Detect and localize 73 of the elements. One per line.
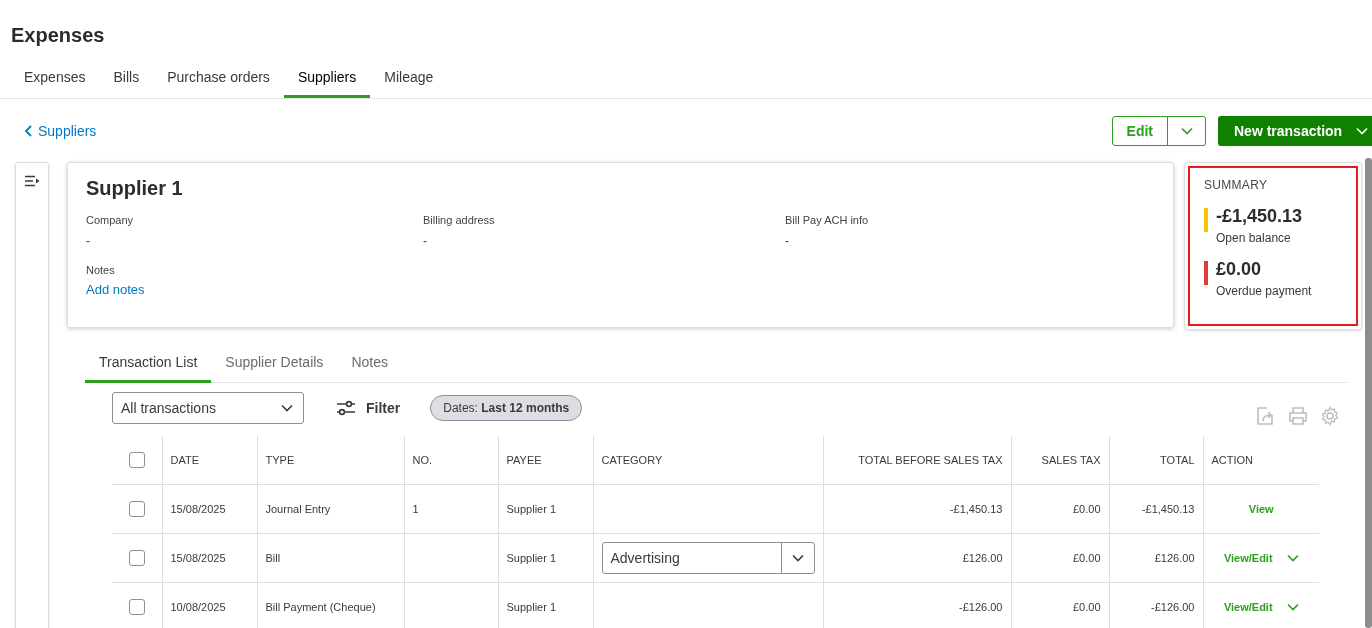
supplier-name: Supplier 1 (86, 177, 184, 200)
column-header: TOTAL BEFORE SALES TAX (823, 436, 1011, 485)
table-cell: 1 (404, 484, 498, 534)
table-cell: Supplier 1 (498, 484, 593, 534)
scrollbar[interactable] (1365, 158, 1372, 628)
field-label: Bill Pay ACH info (785, 214, 870, 226)
caret-icon (791, 554, 804, 562)
category-dropdown[interactable]: Advertising (601, 542, 815, 574)
export-icon[interactable] (1256, 406, 1276, 426)
table-cell: -£126.00 (1109, 582, 1203, 628)
summary-amount: -£1,450.13 (1216, 206, 1303, 227)
print-icon[interactable] (1288, 406, 1308, 426)
summary-amount: £0.00 (1216, 259, 1263, 280)
table-cell: £126.00 (1109, 533, 1203, 583)
table-cell: -£1,450.13 (823, 484, 1011, 534)
table-cell: Bill (257, 533, 404, 583)
detail-tab[interactable]: Notes (337, 354, 402, 383)
transaction-type-dropdown[interactable]: All transactions (112, 392, 304, 424)
caret-icon (1286, 554, 1299, 562)
table-cell: Bill Payment (Cheque) (257, 582, 404, 628)
table-cell: Supplier 1 (498, 582, 593, 628)
table-cell: 15/08/2025 (162, 533, 257, 583)
select-all-checkbox[interactable] (128, 452, 145, 468)
table-cell: 15/08/2025 (162, 484, 257, 534)
add-notes-link[interactable]: Add notes (86, 282, 145, 297)
summary-title: SUMMARY (1204, 178, 1269, 192)
settings-icon[interactable] (1320, 406, 1340, 426)
row-checkbox[interactable] (128, 550, 145, 566)
column-header: PAYEE (498, 436, 593, 485)
column-header: TYPE (257, 436, 404, 485)
field-value: - (86, 234, 91, 248)
field-value: - (785, 234, 790, 248)
field-value: - (423, 234, 428, 248)
table-cell: £126.00 (823, 533, 1011, 583)
table-cell: £0.00 (1011, 484, 1109, 534)
column-header: NO. (404, 436, 498, 485)
table-cell: Supplier 1 (498, 533, 593, 583)
table-cell: 10/08/2025 (162, 582, 257, 628)
field-label: Company (86, 214, 135, 226)
table-cell: £0.00 (1011, 582, 1109, 628)
back-link[interactable]: Suppliers (24, 123, 97, 139)
field-label: Billing address (423, 214, 496, 226)
table-cell: -£1,450.13 (1109, 484, 1203, 534)
nav-tab[interactable]: Purchase orders (153, 69, 284, 98)
table-cell: £0.00 (1011, 533, 1109, 583)
detail-tab[interactable]: Transaction List (85, 354, 212, 383)
new-transaction-button[interactable]: New transaction (1218, 116, 1372, 146)
caret-icon (1356, 127, 1369, 135)
caret-icon (1286, 603, 1299, 611)
caret-icon (1180, 127, 1193, 135)
filter-button[interactable]: Filter (330, 399, 407, 417)
column-header: TOTAL (1109, 436, 1203, 485)
column-header: ACTION (1203, 436, 1319, 485)
caret-icon (281, 404, 293, 412)
column-header: DATE (162, 436, 257, 485)
table-cell: -£126.00 (823, 582, 1011, 628)
summary-label: Open balance (1216, 231, 1292, 245)
page-title: Expenses (11, 24, 106, 47)
column-header: SALES TAX (1011, 436, 1109, 485)
date-filter-chip[interactable]: Dates: Last 12 months (430, 395, 583, 421)
panel-toggle-icon[interactable] (24, 175, 40, 187)
table-cell: Journal Entry (257, 484, 404, 534)
sliders-icon (336, 400, 356, 416)
detail-tab[interactable]: Supplier Details (211, 354, 338, 383)
summary-label: Overdue payment (1216, 284, 1312, 298)
nav-tab[interactable]: Mileage (370, 69, 448, 98)
nav-tab[interactable]: Expenses (10, 69, 100, 98)
chevron-left-icon (24, 125, 32, 137)
row-checkbox[interactable] (128, 501, 145, 517)
row-checkbox[interactable] (128, 599, 145, 615)
field-label: Notes (86, 264, 116, 276)
column-header: CATEGORY (593, 436, 823, 485)
nav-tab[interactable]: Bills (99, 69, 154, 98)
